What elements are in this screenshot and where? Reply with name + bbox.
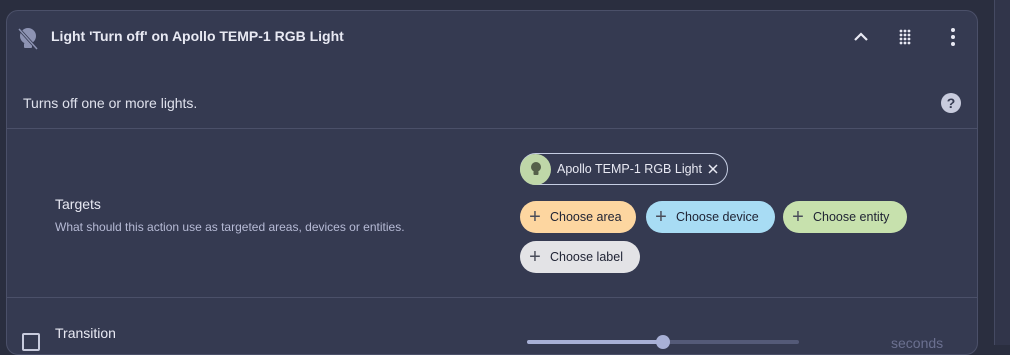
targets-label: Targets <box>55 196 101 212</box>
action-card: Light 'Turn off' on Apollo TEMP-1 RGB Li… <box>6 10 978 355</box>
divider <box>7 128 977 129</box>
slider-thumb[interactable] <box>656 335 670 349</box>
choose-area-label: Choose area <box>550 210 622 224</box>
selected-entity-name: Apollo TEMP-1 RGB Light <box>557 162 702 176</box>
scroll-panel-edge <box>994 0 1010 345</box>
divider <box>7 297 977 298</box>
plus-icon: + <box>529 246 541 268</box>
choose-label-label: Choose label <box>550 250 623 264</box>
plus-icon: + <box>655 206 667 228</box>
lightbulb-icon <box>520 153 551 185</box>
choose-device-button[interactable]: + Choose device <box>646 201 775 233</box>
choose-label-button[interactable]: + Choose label <box>520 241 640 273</box>
choose-device-label: Choose device <box>676 210 759 224</box>
choose-entity-button[interactable]: + Choose entity <box>783 201 907 233</box>
targets-help: What should this action use as targeted … <box>55 220 405 234</box>
lightbulb-off-icon <box>13 24 43 54</box>
slider-fill <box>527 340 663 344</box>
plus-icon: + <box>529 206 541 228</box>
close-icon[interactable] <box>705 161 721 177</box>
help-circle-icon[interactable]: ? <box>940 92 962 114</box>
action-title: Light 'Turn off' on Apollo TEMP-1 RGB Li… <box>51 28 344 44</box>
transition-slider[interactable] <box>527 335 799 349</box>
choose-entity-label: Choose entity <box>813 210 890 224</box>
drag-dots-icon[interactable] <box>892 24 918 50</box>
selected-entity-chip[interactable]: Apollo TEMP-1 RGB Light <box>520 153 728 185</box>
action-description: Turns off one or more lights. <box>23 95 198 111</box>
plus-icon: + <box>792 206 804 228</box>
svg-text:?: ? <box>947 95 956 111</box>
transition-checkbox[interactable] <box>22 333 40 351</box>
transition-label: Transition <box>55 325 116 341</box>
choose-area-button[interactable]: + Choose area <box>520 201 636 233</box>
chevron-up-icon[interactable] <box>848 24 874 50</box>
action-header[interactable]: Light 'Turn off' on Apollo TEMP-1 RGB Li… <box>7 11 977 61</box>
transition-unit: seconds <box>891 335 944 351</box>
more-vertical-icon[interactable] <box>940 24 966 50</box>
